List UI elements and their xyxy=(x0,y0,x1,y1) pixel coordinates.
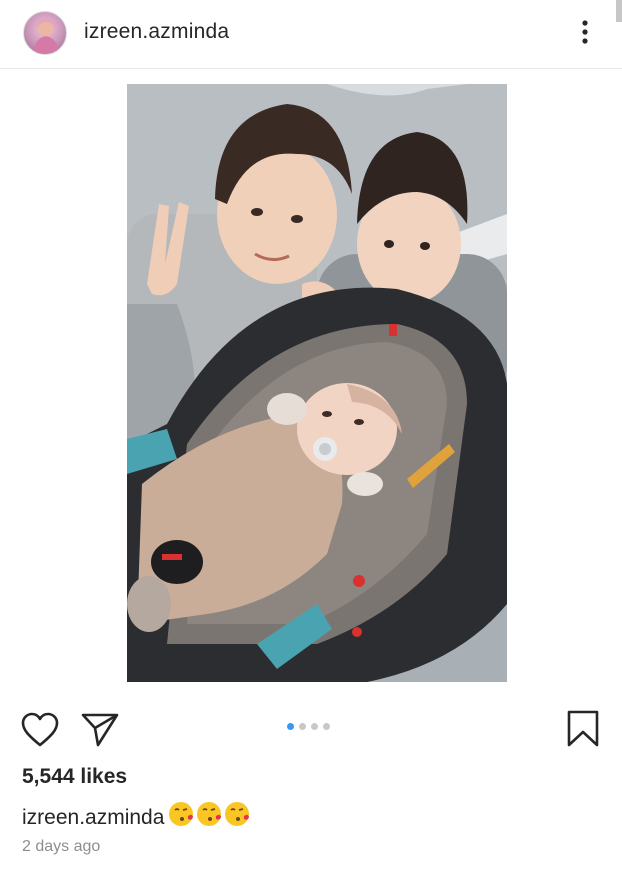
carousel-dot-active xyxy=(287,723,294,730)
post-photo[interactable] xyxy=(127,84,507,682)
avatar[interactable] xyxy=(23,11,67,55)
send-icon[interactable] xyxy=(80,712,120,753)
carousel-dot xyxy=(299,723,306,730)
kissing-face-emoji xyxy=(169,802,194,826)
caption-emojis xyxy=(168,800,252,834)
kissing-face-emoji xyxy=(197,802,222,826)
bookmark-icon[interactable] xyxy=(566,710,600,753)
more-vertical-icon[interactable] xyxy=(576,18,594,48)
kissing-face-emoji xyxy=(225,802,250,826)
likes-count[interactable]: 5,544 likes xyxy=(22,765,127,789)
username-link[interactable]: izreen.azminda xyxy=(84,20,229,44)
heart-icon[interactable] xyxy=(21,712,59,753)
caption: izreen.azminda xyxy=(22,800,252,834)
scrollbar[interactable] xyxy=(616,0,622,22)
carousel-dot xyxy=(311,723,318,730)
caption-username[interactable]: izreen.azminda xyxy=(22,806,164,829)
post-header: izreen.azminda xyxy=(0,0,622,69)
carousel-dot xyxy=(323,723,330,730)
post-timestamp: 2 days ago xyxy=(22,838,101,855)
